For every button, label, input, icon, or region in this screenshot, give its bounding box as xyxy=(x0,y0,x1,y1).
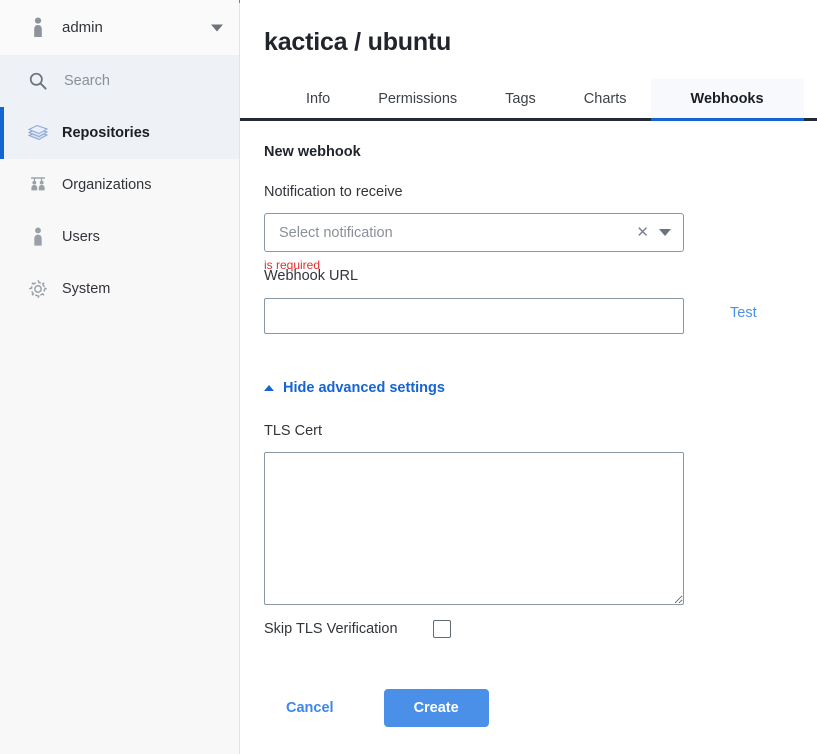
tab-charts[interactable]: Charts xyxy=(560,79,651,118)
app-root: admin Search Repositories Organizations … xyxy=(0,0,817,754)
search-row[interactable] xyxy=(0,55,239,107)
gear-icon xyxy=(18,278,58,300)
form-actions: Cancel Create xyxy=(264,689,489,727)
chevron-down-icon[interactable] xyxy=(659,229,671,236)
main-content: kactica / ubuntu Info Permissions Tags C… xyxy=(240,0,817,754)
skip-tls-row: Skip TLS Verification xyxy=(264,620,451,638)
sidebar-item-system[interactable]: System xyxy=(0,263,239,315)
chevron-up-icon xyxy=(264,385,274,391)
tls-cert-textarea[interactable] xyxy=(264,452,684,605)
cancel-button[interactable]: Cancel xyxy=(264,690,356,726)
tab-tags[interactable]: Tags xyxy=(481,79,560,118)
tab-label: Permissions xyxy=(378,90,458,107)
sidebar: admin Search Repositories Organizations … xyxy=(0,0,240,754)
skip-tls-checkbox[interactable] xyxy=(432,620,451,638)
account-selector[interactable]: admin xyxy=(0,0,239,55)
section-title: New webhook xyxy=(264,144,361,160)
search-icon xyxy=(18,71,58,91)
webhook-url-label: Webhook URL xyxy=(264,268,359,284)
notification-select[interactable]: Select notification ✕ xyxy=(264,213,684,252)
close-icon[interactable]: ✕ xyxy=(628,225,657,240)
sidebar-item-label: Users xyxy=(62,229,100,245)
person-icon xyxy=(18,17,58,39)
account-name: admin xyxy=(62,19,103,36)
organizations-icon xyxy=(18,175,58,195)
sidebar-item-label: System xyxy=(62,281,111,297)
sidebar-item-repositories[interactable]: Repositories xyxy=(0,107,239,159)
tab-label: Info xyxy=(306,90,331,107)
advanced-settings-label: Hide advanced settings xyxy=(283,380,445,396)
repositories-icon xyxy=(18,122,58,144)
create-button[interactable]: Create xyxy=(383,689,489,727)
tab-label: Webhooks xyxy=(690,90,764,107)
sidebar-item-label: Organizations xyxy=(62,177,152,193)
tab-label: Tags xyxy=(505,90,536,107)
notification-select-value: Select notification xyxy=(279,224,393,241)
users-icon xyxy=(18,226,58,248)
webhook-form: New webhook Notification to receive Sele… xyxy=(240,122,817,754)
notification-label: Notification to receive xyxy=(264,184,403,200)
tab-webhooks[interactable]: Webhooks xyxy=(650,79,804,121)
test-button[interactable]: Test xyxy=(730,305,757,321)
page-title: kactica / ubuntu xyxy=(264,28,452,56)
sidebar-item-users[interactable]: Users xyxy=(0,211,239,263)
sidebar-top-group: Repositories Organizations xyxy=(0,55,239,315)
sidebar-item-organizations[interactable]: Organizations xyxy=(0,159,239,211)
webhook-url-input[interactable] xyxy=(264,298,684,334)
tab-bar: Info Permissions Tags Charts Webhooks xyxy=(240,79,817,121)
search-input[interactable] xyxy=(62,72,212,90)
tab-label: Charts xyxy=(583,90,627,107)
tab-info[interactable]: Info xyxy=(282,79,354,118)
skip-tls-label: Skip TLS Verification xyxy=(264,621,398,637)
sidebar-item-label: Repositories xyxy=(62,125,150,141)
tab-permissions[interactable]: Permissions xyxy=(354,79,481,118)
advanced-settings-toggle[interactable]: Hide advanced settings xyxy=(264,380,445,396)
chevron-down-icon[interactable] xyxy=(211,24,223,31)
tls-cert-label: TLS Cert xyxy=(264,423,323,439)
